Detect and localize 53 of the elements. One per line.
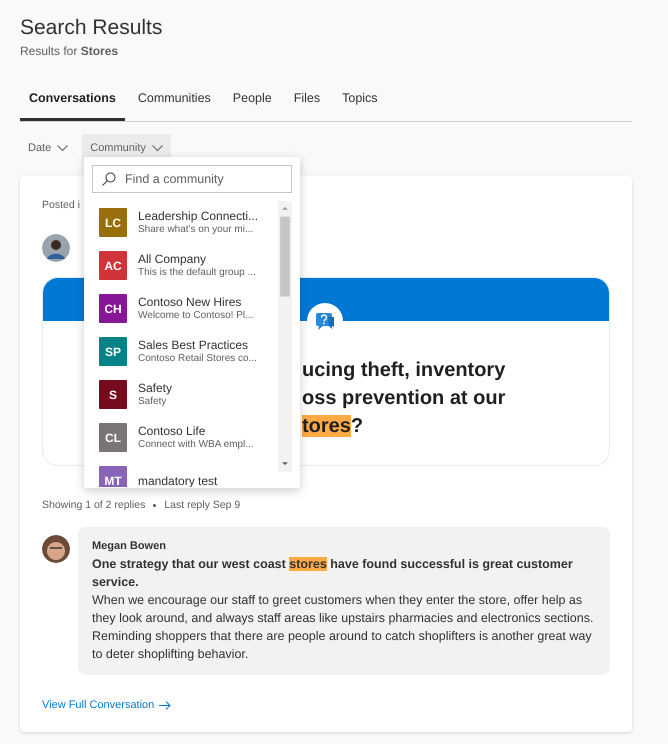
view-conversation-link[interactable]: View Full Conversation	[42, 696, 172, 714]
reply-author: Megan Bowen	[92, 538, 167, 554]
community-description: Connect with WBA empl...	[138, 438, 254, 451]
question-text: oss prevention at our	[302, 386, 506, 411]
community-item[interactable]: S Safety Safety	[92, 373, 278, 416]
question-text: ucing theft, inventory	[302, 358, 506, 383]
separator-dot-icon	[153, 504, 156, 507]
community-name: All Company	[138, 252, 208, 266]
chevron-down-icon	[57, 144, 68, 152]
community-name: Sales Best Practices	[138, 338, 250, 352]
community-item[interactable]: LC Leadership Connecti... Share what's on your mi...	[92, 201, 278, 244]
results-subtitle: Results for Stores	[20, 43, 120, 60]
community-item[interactable]: MT mandatory test	[92, 459, 278, 487]
avatar	[42, 534, 70, 563]
community-description: Safety	[138, 395, 168, 408]
tab[interactable]: Communities	[128, 80, 220, 121]
community-avatar: LC	[99, 208, 127, 237]
posted-in-label: Posted i	[42, 198, 81, 214]
question-text: tores?	[302, 414, 364, 439]
community-item[interactable]: CH Contoso New Hires Welcome to Contoso! Pl...	[92, 287, 278, 330]
search-icon	[102, 172, 116, 186]
community-name: mandatory test	[138, 474, 218, 487]
community-item[interactable]: AC All Company This is the default group ...	[92, 244, 278, 287]
community-name: Contoso New Hires	[138, 295, 242, 309]
community-name: Contoso Life	[138, 424, 206, 438]
replies-count: Showing 1 of 2 replies	[42, 498, 146, 513]
community-description: This is the default group ...	[138, 266, 256, 279]
community-item[interactable]: CL Contoso Life Connect with WBA empl...	[92, 416, 278, 459]
community-avatar: CL	[99, 423, 127, 452]
community-avatar: AC	[99, 251, 127, 280]
search-field[interactable]: Find a community	[92, 165, 292, 193]
filter-dropdown[interactable]: Date	[20, 134, 76, 162]
chevron-down-icon	[152, 144, 163, 152]
community-item[interactable]: SP Sales Best Practices Contoso Retail Stores co...	[92, 330, 278, 373]
community-name: Leadership Connecti...	[138, 209, 258, 223]
tab[interactable]: Conversations	[20, 80, 125, 121]
reply-body-text: When we encourage our staff to greet customers when they enter the store, offer help as they look around, and always staff areas like upstairs pharmacies and electronics sections. Reminding shoppers that there are people around to catch shoplifters is another great way to deter shoplifting behavior.	[92, 592, 594, 663]
tab[interactable]: People	[224, 80, 281, 121]
community-description: Welcome to Contoso! Pl...	[138, 309, 254, 322]
tab[interactable]: Files	[284, 80, 330, 121]
community-description: Share what's on your mi...	[138, 223, 254, 236]
last-reply-date: Last reply Sep 9	[164, 498, 240, 513]
community-description: Contoso Retail Stores co...	[138, 352, 257, 365]
reply-lead-text: One strategy that our west coast stores have found successful is great customer service.	[92, 556, 574, 591]
page-title: Search Results	[20, 15, 164, 41]
community-avatar: SP	[99, 337, 127, 366]
community-avatar: CH	[99, 294, 127, 323]
tab[interactable]: Topics	[333, 80, 387, 121]
community-avatar: S	[99, 380, 127, 409]
community-avatar: MT	[99, 466, 127, 487]
avatar	[42, 234, 70, 262]
community-name: Safety	[138, 381, 172, 395]
arrow-right-icon	[159, 700, 172, 710]
